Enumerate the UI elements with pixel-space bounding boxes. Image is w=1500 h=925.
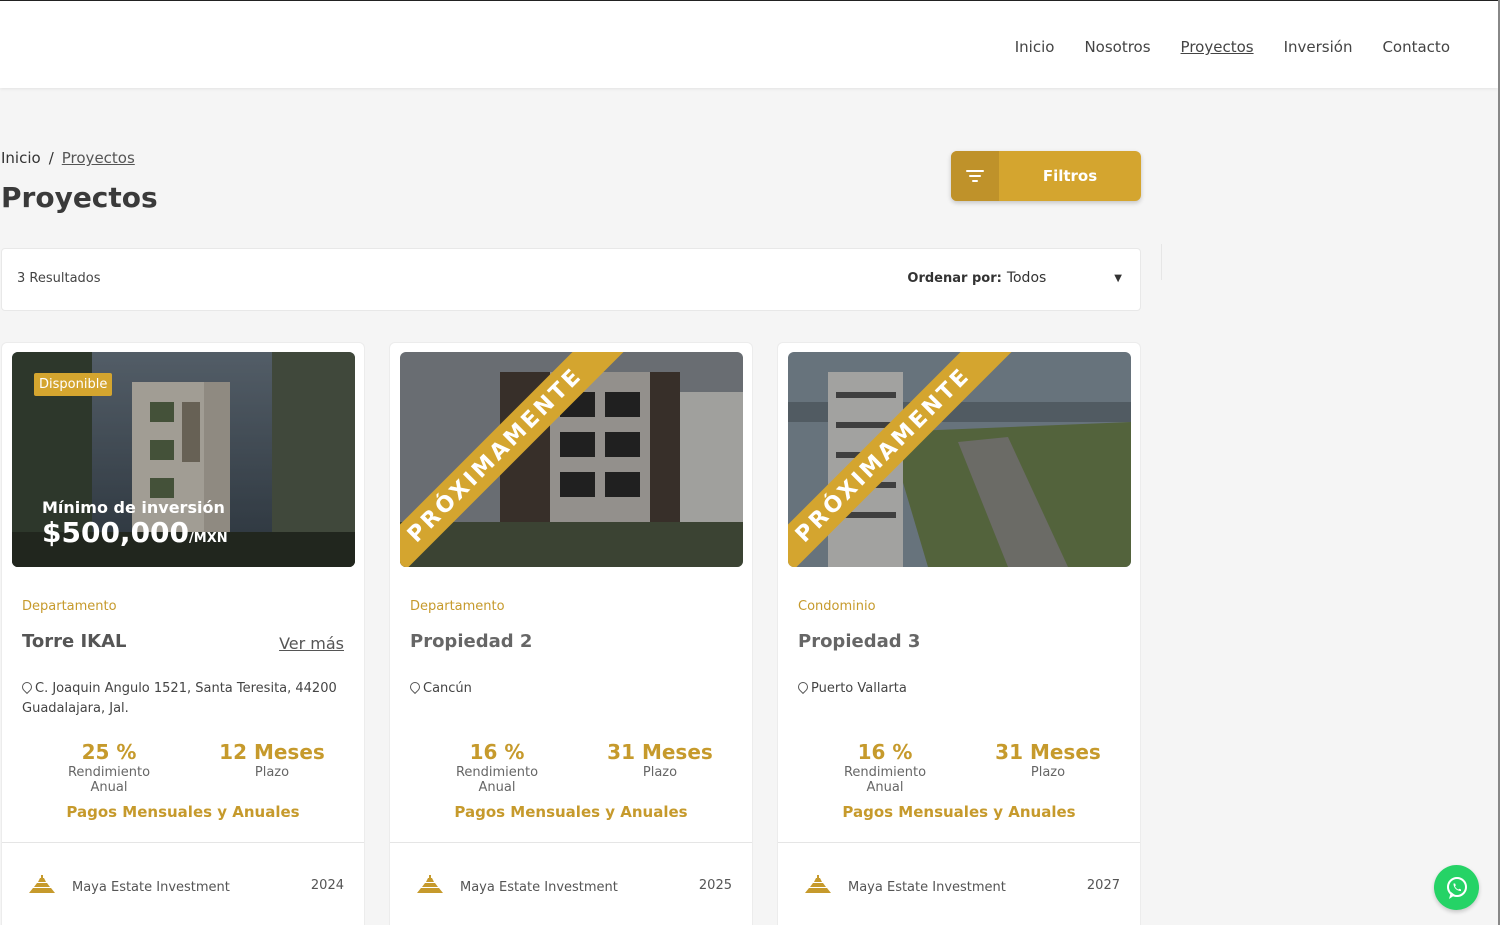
- annual-return: 16 % Rendimiento Anual: [437, 740, 557, 795]
- company-logo-icon: [29, 875, 55, 893]
- annual-return-label: Rendimiento Anual: [455, 765, 539, 795]
- breadcrumb-separator: /: [48, 149, 54, 167]
- project-card[interactable]: PRÓXIMAMENTE Condominio Propiedad 3 Puer…: [777, 342, 1141, 925]
- chevron-down-icon: ▼: [1114, 272, 1122, 284]
- company-name: Maya Estate Investment: [848, 880, 1006, 895]
- company-logo-icon: [417, 875, 443, 893]
- filters-button[interactable]: Filtros: [951, 151, 1141, 201]
- location-text: Puerto Vallarta: [811, 681, 907, 696]
- term-value: 12 Meses: [219, 740, 325, 764]
- term-label: Plazo: [254, 765, 290, 780]
- page-title: Proyectos: [1, 181, 158, 214]
- property-name: Propiedad 2: [410, 631, 533, 652]
- property-type: Departamento: [410, 599, 505, 614]
- payments-info: Pagos Mensuales y Anuales: [842, 803, 1076, 821]
- annual-return-value: 16 %: [857, 740, 913, 764]
- payments-info: Pagos Mensuales y Anuales: [454, 803, 688, 821]
- term: 31 Meses Plazo: [988, 740, 1108, 780]
- property-location: C. Joaquin Angulo 1521, Santa Teresita, …: [19, 679, 342, 719]
- filter-icon: [951, 151, 999, 201]
- status-badge: Disponible: [34, 373, 113, 396]
- term: 31 Meses Plazo: [600, 740, 720, 780]
- sort-value: Todos: [1006, 270, 1047, 286]
- location-text: Cancún: [423, 681, 472, 696]
- currency-unit: /MXN: [189, 531, 228, 546]
- results-bar: 3 Resultados Ordenar por: Todos ▼: [1, 248, 1141, 311]
- property-name: Torre IKAL: [22, 631, 127, 652]
- property-type: Condominio: [798, 599, 876, 614]
- filters-button-label: Filtros: [1042, 167, 1098, 185]
- min-investment-label: Mínimo de inversión: [42, 498, 225, 517]
- project-year: 2024: [310, 878, 344, 893]
- whatsapp-icon: [1446, 876, 1467, 899]
- min-investment-value: $500,000/MXN: [42, 516, 228, 549]
- property-name: Propiedad 3: [798, 631, 921, 652]
- payments-info: Pagos Mensuales y Anuales: [66, 803, 300, 821]
- company-logo-icon: [805, 875, 831, 893]
- results-count: 3 Resultados: [17, 271, 101, 286]
- project-photo: PRÓXIMAMENTE: [400, 352, 743, 567]
- annual-return: 25 % Rendimiento Anual: [49, 740, 169, 795]
- nav-nosotros[interactable]: Nosotros: [1084, 38, 1150, 56]
- nav-inversion[interactable]: Inversión: [1284, 38, 1353, 56]
- annual-return-value: 25 %: [81, 740, 137, 764]
- annual-return-label: Rendimiento Anual: [67, 765, 151, 795]
- divider: [1161, 244, 1162, 280]
- property-location: Cancún: [407, 679, 730, 699]
- location-pin-icon: [795, 679, 811, 695]
- nav-inicio[interactable]: Inicio: [1015, 38, 1055, 56]
- term: 12 Meses Plazo: [212, 740, 332, 780]
- breadcrumb-home[interactable]: Inicio: [1, 149, 41, 167]
- nav-contacto[interactable]: Contacto: [1382, 38, 1450, 56]
- term-value: 31 Meses: [995, 740, 1101, 764]
- property-type: Departamento: [22, 599, 117, 614]
- project-photo: PRÓXIMAMENTE: [788, 352, 1131, 567]
- term-label: Plazo: [642, 765, 678, 780]
- min-investment-amount: $500,000: [42, 516, 190, 549]
- see-more-link[interactable]: Ver más: [279, 634, 344, 653]
- sort-select[interactable]: Ordenar por: Todos ▼: [907, 270, 1122, 286]
- nav-proyectos[interactable]: Proyectos: [1181, 38, 1254, 56]
- location-pin-icon: [19, 679, 35, 695]
- company-name: Maya Estate Investment: [460, 880, 618, 895]
- location-text: C. Joaquin Angulo 1521, Santa Teresita, …: [22, 681, 337, 716]
- company-name: Maya Estate Investment: [72, 880, 230, 895]
- main-nav: Inicio Nosotros Proyectos Inversión Cont…: [1015, 38, 1450, 56]
- annual-return-label: Rendimiento Anual: [843, 765, 927, 795]
- term-label: Plazo: [1030, 765, 1066, 780]
- breadcrumb-current[interactable]: Proyectos: [62, 149, 135, 167]
- whatsapp-button[interactable]: [1434, 865, 1479, 910]
- property-location: Puerto Vallarta: [795, 679, 1118, 699]
- project-card[interactable]: Disponible Mínimo de inversión $500,000/…: [1, 342, 365, 925]
- annual-return: 16 % Rendimiento Anual: [825, 740, 945, 795]
- location-pin-icon: [407, 679, 423, 695]
- annual-return-value: 16 %: [469, 740, 525, 764]
- breadcrumb: Inicio / Proyectos: [1, 149, 135, 167]
- project-photo: Disponible Mínimo de inversión $500,000/…: [12, 352, 355, 567]
- top-navbar: Inicio Nosotros Proyectos Inversión Cont…: [0, 0, 1498, 88]
- project-year: 2025: [698, 878, 732, 893]
- term-value: 31 Meses: [607, 740, 713, 764]
- project-card[interactable]: PRÓXIMAMENTE Departamento Propiedad 2 Ca…: [389, 342, 753, 925]
- project-year: 2027: [1086, 878, 1120, 893]
- sort-label: Ordenar por:: [907, 270, 1002, 286]
